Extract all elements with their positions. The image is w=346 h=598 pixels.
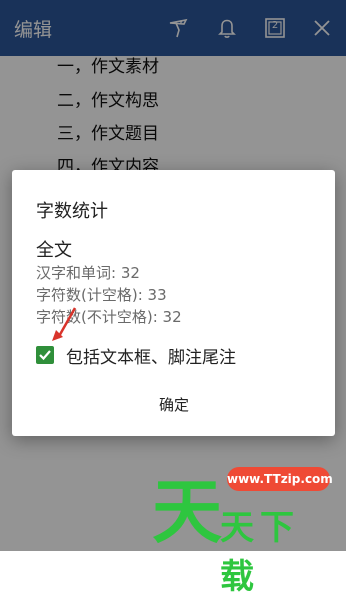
stat-chars-with-spaces: 字符数(计空格): 33 (36, 286, 167, 304)
annotation-arrow-icon (52, 307, 77, 341)
ok-button[interactable]: 确定 (148, 392, 200, 418)
word-count-dialog: 字数统计 全文 汉字和单词: 32 字符数(计空格): 33 字符数(不计空格)… (12, 170, 335, 436)
section-heading: 全文 (36, 240, 72, 261)
checkbox-label: 包括文本框、脚注尾注 (66, 347, 236, 368)
checkmark-icon (39, 350, 51, 361)
stat-chars-words: 汉字和单词: 32 (36, 264, 140, 282)
watermark-big-char: 天 (152, 471, 222, 553)
watermark-text: 天下载 (220, 508, 300, 597)
dialog-title: 字数统计 (36, 201, 108, 222)
include-textbox-checkbox-row[interactable]: 包括文本框、脚注尾注 (36, 344, 236, 368)
include-textbox-checkbox[interactable] (36, 346, 54, 364)
watermark-badge: www.TTzip.com (227, 467, 333, 491)
watermark: 天 天下载 www.TTzip.com (152, 462, 333, 597)
